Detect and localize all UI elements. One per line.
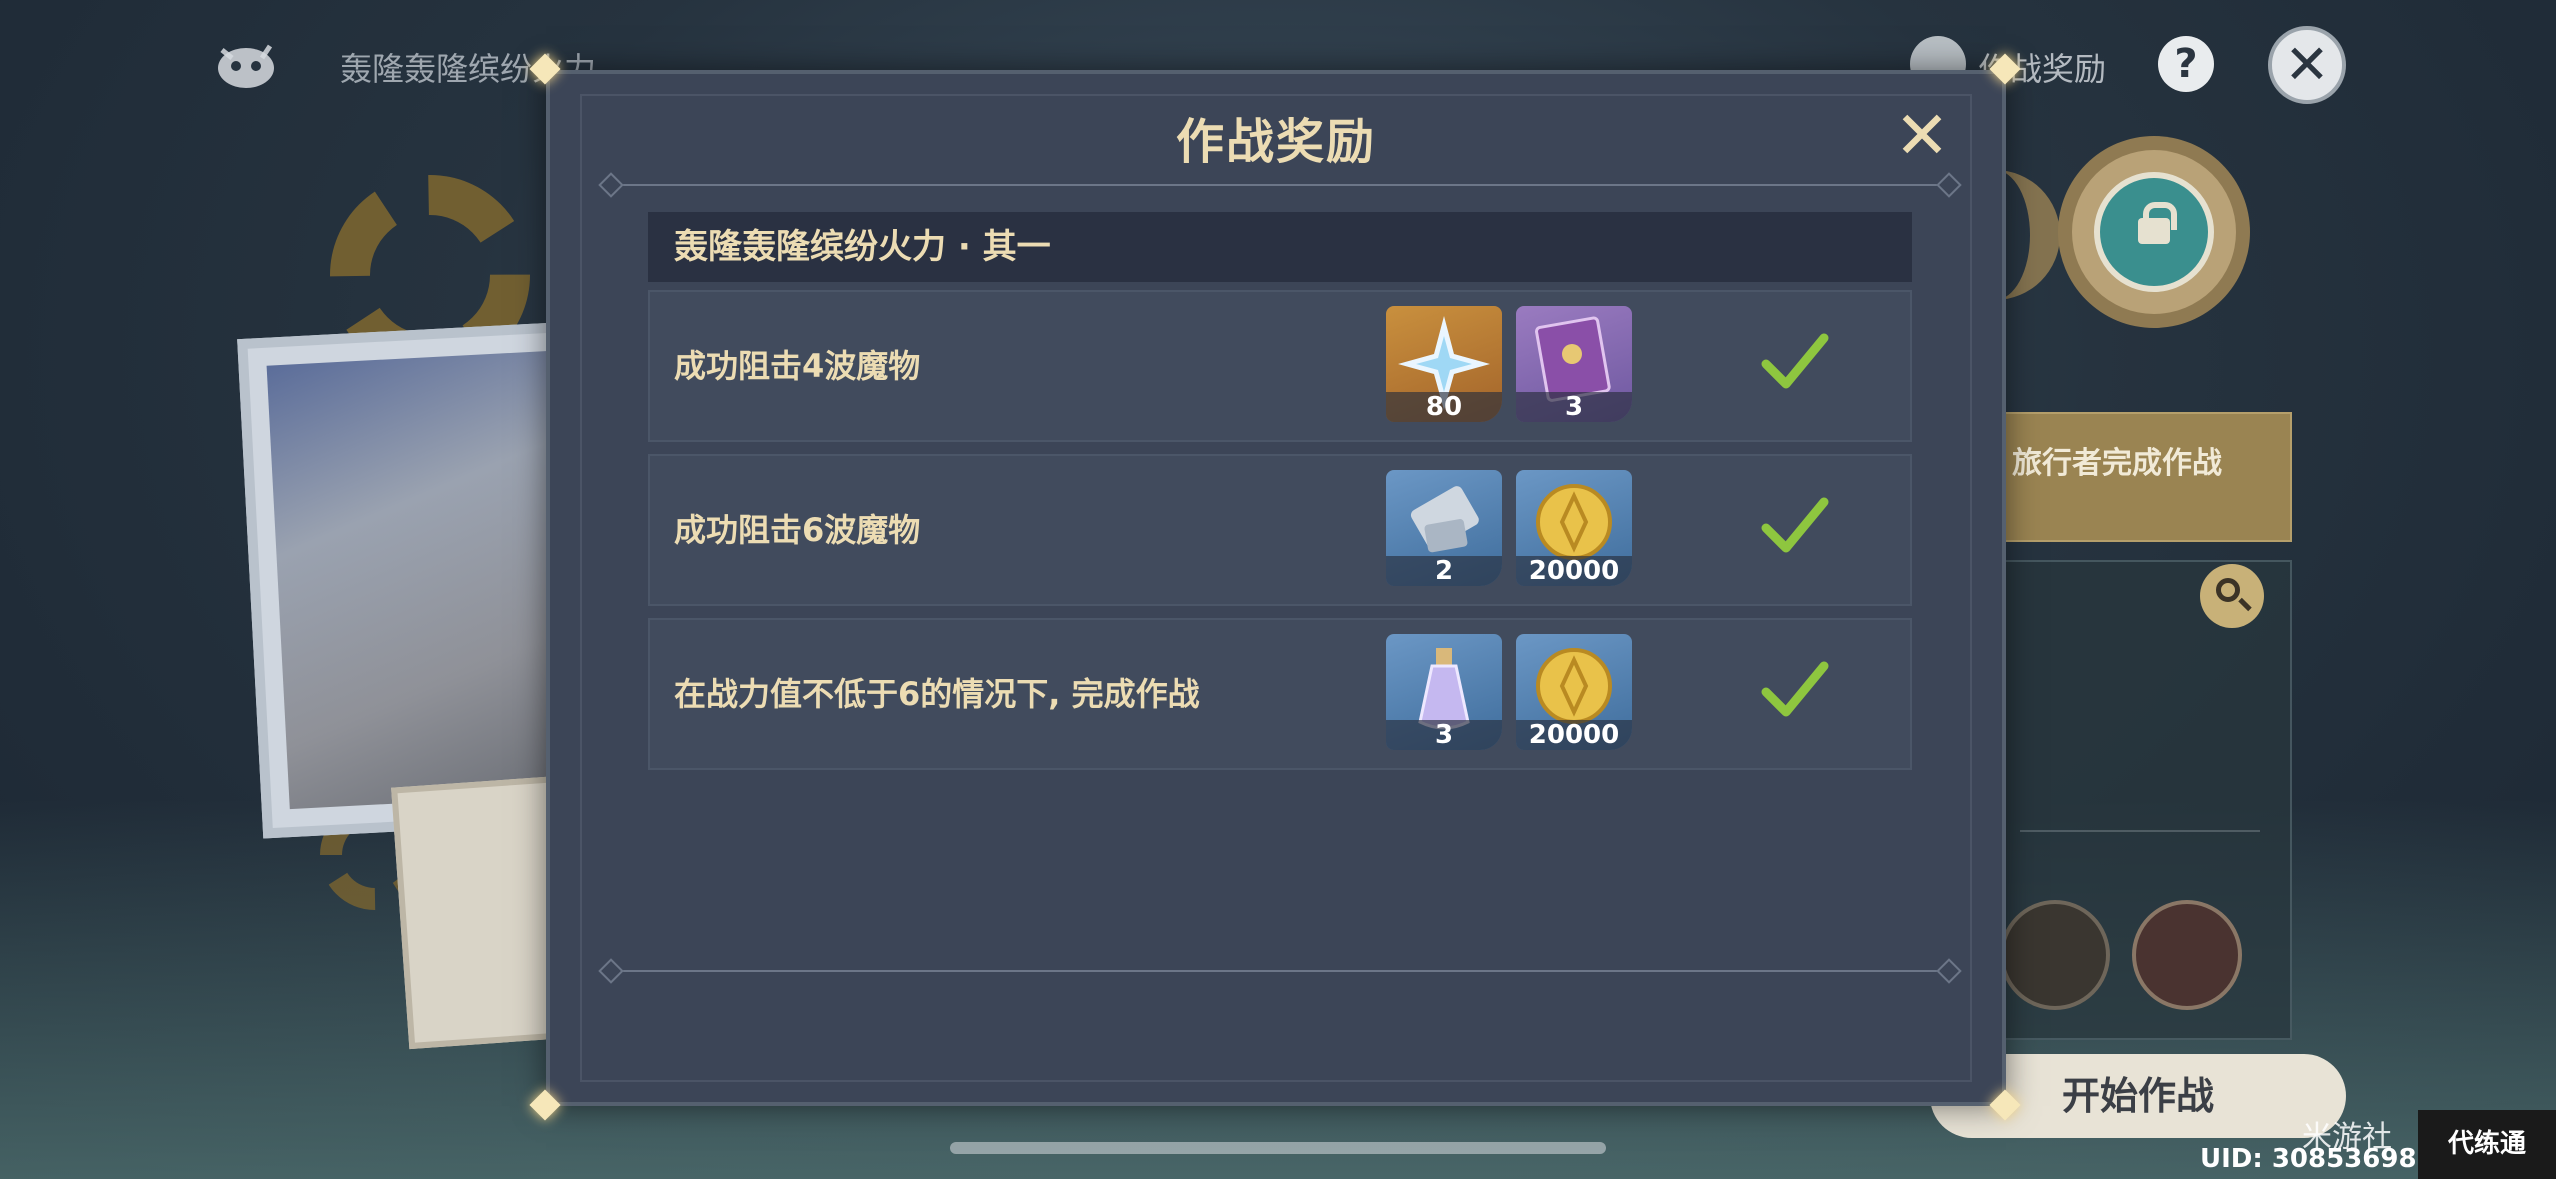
- divider: [2020, 830, 2260, 832]
- dialog-title: 作战奖励: [1175, 114, 1376, 170]
- side-banner-text: 旅行者完成作战: [2012, 446, 2222, 481]
- reward-item[interactable]: 80: [1386, 306, 1502, 422]
- divider: [610, 970, 1950, 972]
- reward-count: 3: [1516, 392, 1632, 422]
- watermark-logo: 代练通: [2418, 1110, 2556, 1179]
- close-screen-button[interactable]: ✕: [2268, 26, 2346, 104]
- reward-count: 20000: [1516, 720, 1632, 750]
- corner-ornament-icon: [526, 50, 566, 90]
- avatar[interactable]: [2132, 900, 2242, 1010]
- reward-count: 2: [1386, 556, 1502, 586]
- reward-row: 在战力值不低于6的情况下, 完成作战 3 20000: [648, 618, 1912, 770]
- divider: [610, 184, 1950, 186]
- corner-ornament-icon: [1986, 50, 2026, 90]
- check-icon: [1761, 333, 1829, 389]
- help-button[interactable]: ?: [2158, 36, 2214, 92]
- dialog-close-button[interactable]: ✕: [1890, 103, 1954, 169]
- check-icon: [1761, 497, 1829, 553]
- check-icon: [1761, 661, 1829, 717]
- event-logo-icon: [218, 44, 274, 88]
- search-button[interactable]: [2200, 564, 2264, 628]
- reward-count: 80: [1386, 392, 1502, 422]
- reward-item[interactable]: 2: [1386, 470, 1502, 586]
- section-title: 轰隆轰隆缤纷火力 · 其一: [648, 212, 1912, 282]
- home-indicator[interactable]: [950, 1142, 1606, 1154]
- objective-text: 成功阻击6波魔物: [674, 511, 921, 549]
- reward-count: 3: [1386, 720, 1502, 750]
- reward-row: 成功阻击4波魔物 80 3: [648, 290, 1912, 442]
- locked-gear-icon[interactable]: [2072, 150, 2236, 314]
- corner-ornament-icon: [1986, 1086, 2026, 1126]
- reward-item[interactable]: 20000: [1516, 634, 1632, 750]
- reward-count: 20000: [1516, 556, 1632, 586]
- reward-item[interactable]: 20000: [1516, 470, 1632, 586]
- corner-ornament-icon: [526, 1086, 566, 1126]
- objective-text: 在战力值不低于6的情况下, 完成作战: [674, 675, 1200, 713]
- reward-item[interactable]: 3: [1386, 634, 1502, 750]
- search-icon: [2216, 578, 2240, 602]
- rewards-dialog: 作战奖励 ✕ 轰隆轰隆缤纷火力 · 其一 成功阻击4波魔物 80 3 成功阻击6…: [546, 70, 2006, 1106]
- uid-label: UID: 30853698: [2200, 1144, 2417, 1174]
- reward-row: 成功阻击6波魔物 2 20000: [648, 454, 1912, 606]
- objective-text: 成功阻击4波魔物: [674, 347, 921, 385]
- reward-item[interactable]: 3: [1516, 306, 1632, 422]
- avatar[interactable]: [2000, 900, 2110, 1010]
